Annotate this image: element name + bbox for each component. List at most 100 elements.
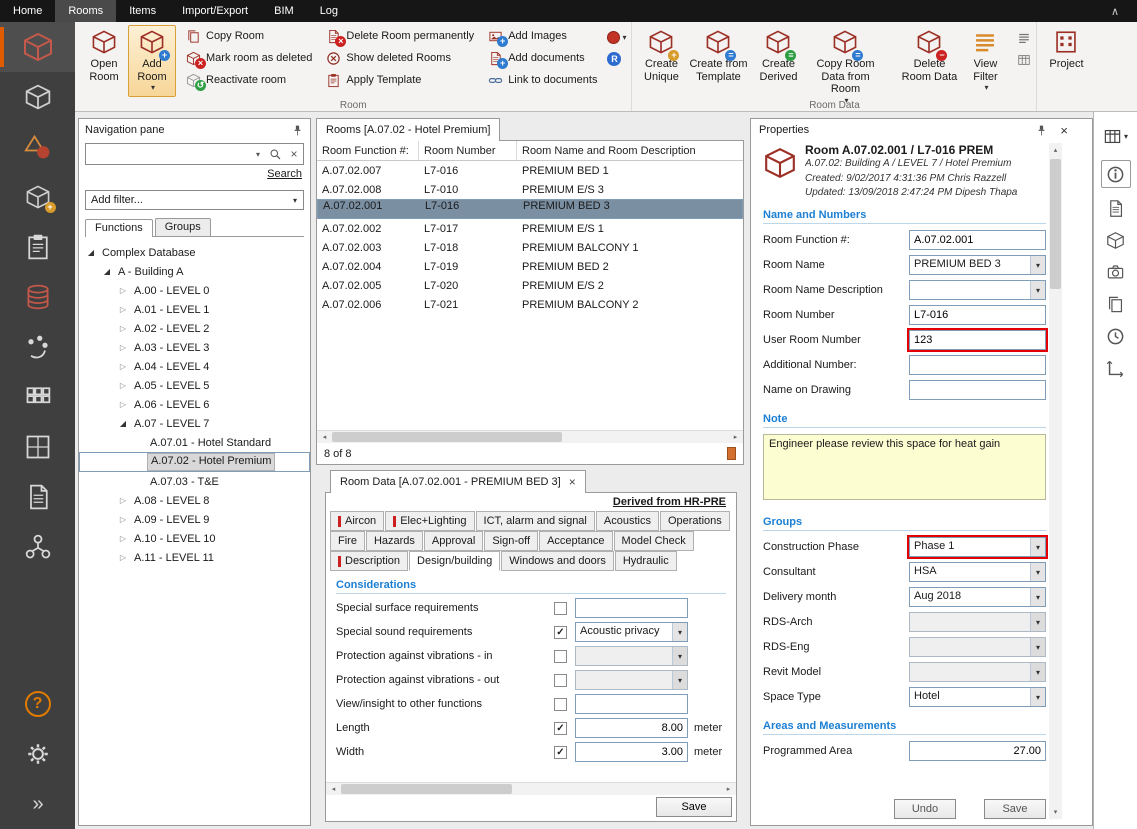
scroll-up-icon[interactable] [1049, 143, 1062, 157]
expander-icon[interactable] [116, 343, 130, 352]
tree-item[interactable]: A - Building A [79, 262, 310, 281]
room-function-input[interactable] [909, 230, 1046, 250]
room-report-icon[interactable] [727, 447, 736, 460]
additional-number-input[interactable] [909, 355, 1046, 375]
add-room-button[interactable]: Add Room [128, 25, 176, 97]
table-row[interactable]: A.07.02.007L7-016PREMIUM BED 1 [317, 161, 743, 180]
menu-tab-items[interactable]: Items [116, 0, 169, 22]
scrollbar-thumb[interactable] [332, 432, 562, 442]
sidebar-item-models[interactable] [0, 422, 75, 472]
table-row[interactable]: A.07.02.003L7-018PREMIUM BALCONY 1 [317, 238, 743, 257]
room-data-tab-hazards[interactable]: Hazards [366, 531, 423, 551]
table-row-selected[interactable]: A.07.02.001L7-016PREMIUM BED 3 [317, 199, 743, 219]
room-data-tab-design-building[interactable]: Design/building [409, 551, 500, 571]
create-unique-button[interactable]: Create Unique [637, 25, 685, 97]
properties-save-button[interactable]: Save [984, 799, 1046, 819]
rds-eng-select[interactable] [909, 637, 1046, 657]
notes-button[interactable] [1106, 192, 1125, 224]
menu-tab-home[interactable]: Home [0, 0, 55, 22]
close-panel-icon[interactable] [1060, 123, 1068, 138]
close-tab-icon[interactable] [569, 475, 576, 489]
room-data-tab-model-check[interactable]: Model Check [614, 531, 694, 551]
expander-icon[interactable] [116, 419, 130, 428]
room-number-input[interactable] [909, 305, 1046, 325]
table-row[interactable]: A.07.02.002L7-017PREMIUM E/S 1 [317, 219, 743, 238]
scroll-right-icon[interactable] [728, 431, 743, 443]
expander-icon[interactable] [84, 248, 98, 257]
note-textarea[interactable]: Engineer please review this space for he… [763, 434, 1046, 500]
vibrations-out-select[interactable] [575, 670, 688, 690]
search-icon[interactable] [265, 148, 285, 161]
add-filter-dropdown[interactable]: Add filter... [85, 190, 304, 210]
images-button[interactable] [1106, 256, 1125, 288]
table-row[interactable]: A.07.02.008L7-010PREMIUM E/S 3 [317, 180, 743, 199]
revit-model-select[interactable] [909, 662, 1046, 682]
room-data-save-button[interactable]: Save [656, 797, 732, 817]
space-type-select[interactable]: Hotel [909, 687, 1046, 707]
length-checkbox[interactable] [554, 722, 567, 735]
menu-tab-import-export[interactable]: Import/Export [169, 0, 261, 22]
sidebar-item-organization[interactable] [0, 522, 75, 572]
delivery-month-select[interactable]: Aug 2018 [909, 587, 1046, 607]
expander-icon[interactable] [116, 515, 130, 524]
add-documents-button[interactable]: Add documents [484, 47, 601, 69]
sidebar-item-buildings[interactable] [0, 372, 75, 422]
room-data-tab-approval[interactable]: Approval [424, 531, 483, 551]
expander-icon[interactable] [116, 534, 130, 543]
project-button[interactable]: Project [1042, 25, 1090, 97]
horizontal-scrollbar[interactable] [317, 430, 743, 443]
derived-from-link[interactable]: Derived from HR-PRE [613, 496, 726, 510]
tree-item[interactable]: A.04 - LEVEL 4 [79, 357, 310, 376]
rooms-document-tab[interactable]: Rooms [A.07.02 - Hotel Premium] [316, 118, 500, 141]
status-color-button[interactable] [607, 31, 626, 44]
tree-item[interactable]: A.11 - LEVEL 11 [79, 548, 310, 567]
vertical-scrollbar[interactable] [1049, 143, 1062, 819]
sidebar-item-reports[interactable] [0, 472, 75, 522]
column-header-room-function[interactable]: Room Function #: [317, 141, 419, 160]
sidebar-item-expand[interactable] [0, 779, 75, 829]
room-data-tab-acceptance[interactable]: Acceptance [539, 531, 612, 551]
construction-phase-select[interactable]: Phase 1 [909, 537, 1046, 557]
copy-room-data-from-room-button[interactable]: Copy Room Data from Room [805, 25, 885, 109]
refresh-button[interactable]: R [607, 52, 626, 66]
tree-item[interactable]: A.08 - LEVEL 8 [79, 491, 310, 510]
room-data-tab-acoustics[interactable]: Acoustics [596, 511, 659, 531]
user-room-number-input[interactable] [909, 330, 1046, 350]
search-link[interactable]: Search [267, 168, 302, 180]
scroll-right-icon[interactable] [721, 783, 736, 795]
documents-button[interactable] [1106, 288, 1125, 320]
special-surface-input[interactable] [575, 598, 688, 618]
show-deleted-rooms-button[interactable]: Show deleted Rooms [322, 47, 478, 69]
tree-item[interactable]: Complex Database [79, 243, 310, 262]
room-data-tab-windows-doors[interactable]: Windows and doors [501, 551, 614, 571]
tree-item[interactable]: A.03 - LEVEL 3 [79, 338, 310, 357]
info-button[interactable] [1101, 160, 1131, 188]
room-data-tab-sign-off[interactable]: Sign-off [484, 531, 538, 551]
scrollbar-thumb[interactable] [341, 784, 512, 794]
view-layout-button[interactable] [1103, 120, 1128, 152]
expander-icon[interactable] [116, 286, 130, 295]
tree-item-selected[interactable]: A.07.02 - Hotel Premium [79, 452, 310, 472]
tab-functions[interactable]: Functions [85, 219, 153, 237]
add-images-button[interactable]: Add Images [484, 25, 601, 47]
column-header-room-name[interactable]: Room Name and Room Description [517, 141, 743, 160]
tree-item[interactable]: A.07.01 - Hotel Standard [79, 433, 310, 452]
room-data-tab-operations[interactable]: Operations [660, 511, 730, 531]
view-insight-checkbox[interactable] [554, 698, 567, 711]
name-on-drawing-input[interactable] [909, 380, 1046, 400]
programmed-area-input[interactable] [909, 741, 1046, 761]
expander-icon[interactable] [116, 324, 130, 333]
menu-tab-log[interactable]: Log [307, 0, 351, 22]
pin-icon[interactable] [1035, 124, 1048, 137]
horizontal-scrollbar[interactable] [326, 782, 736, 795]
expander-icon[interactable] [116, 496, 130, 505]
consultant-select[interactable]: HSA [909, 562, 1046, 582]
room-data-grid-button[interactable] [1017, 53, 1031, 67]
search-input[interactable] [86, 145, 251, 163]
room-data-tab-ict-alarm-signal[interactable]: ICT, alarm and signal [476, 511, 595, 531]
delete-room-data-button[interactable]: Delete Room Data [899, 25, 959, 97]
sidebar-item-database[interactable] [0, 272, 75, 322]
tree-item[interactable]: A.10 - LEVEL 10 [79, 529, 310, 548]
width-input[interactable] [575, 742, 688, 762]
create-from-template-button[interactable]: Create from Template [685, 25, 751, 97]
